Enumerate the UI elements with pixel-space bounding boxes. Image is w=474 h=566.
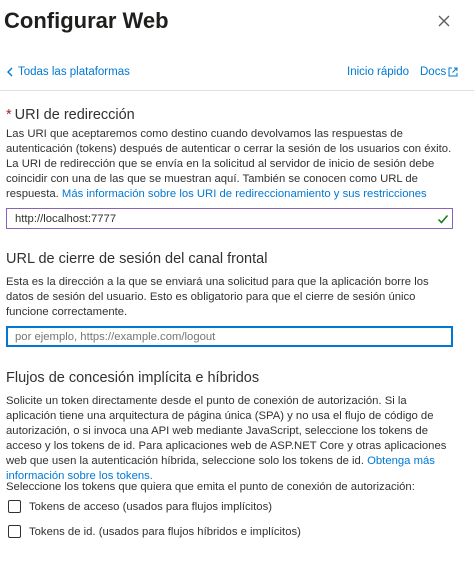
implicit-flow-description-block: Solicite un token directamente desde el … (6, 394, 456, 484)
header-divider (0, 90, 474, 91)
access-tokens-checkbox[interactable] (8, 500, 21, 513)
id-tokens-label: Tokens de id. (usados para flujos híbrid… (29, 525, 301, 538)
redirect-uri-input[interactable] (6, 208, 453, 229)
logout-url-input[interactable] (6, 326, 453, 347)
access-tokens-option[interactable]: Tokens de acceso (usados para flujos imp… (8, 500, 272, 513)
chevron-left-icon (7, 67, 13, 77)
logout-url-title: URL de cierre de sesión del canal fronta… (6, 251, 268, 267)
docs-link-label: Docs (420, 66, 447, 78)
redirect-uri-heading: * URI de redirección (6, 107, 135, 123)
required-marker: * (6, 107, 12, 123)
token-select-prompt: Seleccione los tokens que quiera que emi… (6, 481, 415, 493)
redirect-uri-title: URI de redirección (14, 107, 135, 123)
id-tokens-checkbox[interactable] (8, 525, 21, 538)
quick-start-link[interactable]: Inicio rápido (347, 66, 409, 78)
external-link-icon (448, 67, 458, 77)
back-link-label: Todas las plataformas (18, 66, 130, 78)
logout-url-description: Esta es la dirección a la que se enviará… (6, 276, 429, 318)
close-icon[interactable] (434, 11, 454, 31)
docs-link[interactable]: Docs (420, 66, 458, 78)
access-tokens-label: Tokens de acceso (usados para flujos imp… (29, 500, 272, 513)
redirect-uri-learn-more-link[interactable]: Más información sobre los URI de redirec… (62, 188, 427, 200)
id-tokens-option[interactable]: Tokens de id. (usados para flujos híbrid… (8, 525, 301, 538)
back-link[interactable]: Todas las plataformas (6, 66, 130, 78)
checkmark-icon (437, 215, 449, 224)
top-navigation: Todas las plataformas Inicio rápido Docs (6, 66, 458, 84)
redirect-uri-description-block: Las URI que aceptaremos como destino cua… (6, 127, 456, 202)
page-title: Configurar Web (4, 8, 169, 33)
implicit-flow-title: Flujos de concesión implícita e híbridos (6, 370, 260, 386)
